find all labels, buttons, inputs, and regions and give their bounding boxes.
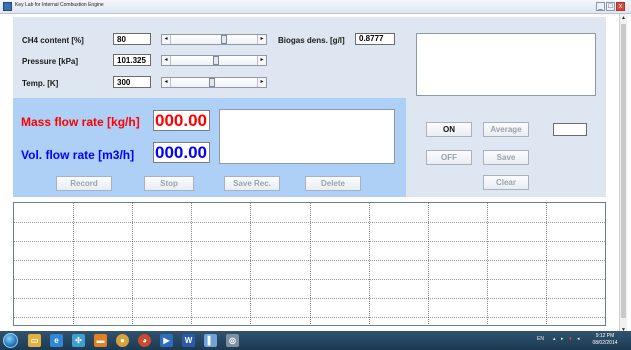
title-bar: Key Lab for Internal Combustion Engine _…	[0, 0, 631, 14]
tray-flag-icon[interactable]: ▸	[561, 336, 564, 342]
slider-right-arrow-icon[interactable]: ▸	[257, 35, 266, 44]
vol-flow-value: 000.00	[153, 142, 210, 163]
pressure-label: Pressure [kPa]	[22, 57, 79, 66]
network-icon[interactable]: ✣	[72, 334, 85, 347]
clock-time: 9:12 PM	[595, 333, 615, 339]
parameters-panel: CH4 content [%] ◂ ▸ Pressure [kPa] ◂ ▸ T…	[13, 17, 406, 98]
ch4-input[interactable]	[113, 33, 151, 45]
control-panel: ON Average OFF Save Clear	[406, 17, 606, 197]
internet-explorer-icon[interactable]: e	[50, 334, 63, 347]
stop-button[interactable]: Stop	[144, 176, 194, 191]
scroll-up-arrow-icon[interactable]: ▲	[620, 14, 627, 22]
data-grid[interactable]	[13, 202, 606, 326]
off-button[interactable]: OFF	[426, 150, 472, 165]
tray-arrow-icon[interactable]: ▴	[553, 336, 556, 342]
save-button[interactable]: Save	[483, 150, 529, 165]
mass-flow-value: 000.00	[153, 110, 210, 131]
explorer-icon[interactable]: ▭	[28, 334, 41, 347]
save-rec-button[interactable]: Save Rec.	[224, 176, 280, 191]
delete-button[interactable]: Delete	[305, 176, 361, 191]
presentation-icon[interactable]: ▬	[94, 334, 107, 347]
start-button[interactable]	[3, 333, 18, 348]
window-title: Key Lab for Internal Combustion Engine	[15, 2, 104, 8]
close-button[interactable]: x	[616, 2, 625, 11]
paint-icon[interactable]: ◕	[138, 334, 151, 347]
vol-flow-label: Vol. flow rate [m3/h]	[21, 148, 135, 162]
mass-flow-label: Mass flow rate [kg/h]	[21, 115, 140, 129]
media-player-icon[interactable]: ▶	[160, 334, 173, 347]
app-window: Key Lab for Internal Combustion Engine _…	[0, 0, 631, 350]
chrome-icon[interactable]: ●	[116, 334, 129, 347]
word-icon[interactable]: W	[182, 334, 195, 347]
log-textbox[interactable]	[219, 109, 395, 164]
slider-right-arrow-icon[interactable]: ▸	[257, 78, 266, 87]
slider-thumb[interactable]	[220, 35, 227, 44]
record-button[interactable]: Record	[56, 176, 112, 191]
biogas-density-value: 0.8777	[355, 33, 395, 45]
slider-thumb[interactable]	[209, 78, 216, 87]
vertical-scrollbar[interactable]: ▲ ▼	[619, 14, 627, 334]
pressure-slider[interactable]: ◂ ▸	[161, 55, 267, 66]
tray-volume-icon[interactable]: ◂	[577, 336, 580, 342]
app-icon	[3, 2, 12, 11]
temp-label: Temp. [K]	[22, 79, 59, 88]
taskbar-clock[interactable]: 9:12 PM 08/02/2014	[585, 333, 625, 347]
grid-lines	[14, 203, 605, 325]
clock-date: 08/02/2014	[592, 340, 618, 346]
slider-thumb[interactable]	[212, 56, 219, 65]
pressure-input[interactable]	[113, 54, 151, 66]
temp-input[interactable]	[113, 76, 151, 88]
on-button[interactable]: ON	[426, 122, 472, 137]
average-button[interactable]: Average	[483, 122, 529, 137]
clear-button[interactable]: Clear	[483, 175, 529, 190]
status-textbox[interactable]	[416, 33, 596, 96]
tray-network-icon[interactable]: ♦	[569, 336, 572, 342]
settings-icon[interactable]: ◎	[226, 334, 239, 347]
slider-left-arrow-icon[interactable]: ◂	[162, 78, 171, 87]
chart-app-icon[interactable]: ▌	[204, 334, 217, 347]
average-count-field[interactable]	[553, 123, 587, 136]
flow-readout-panel: Mass flow rate [kg/h] 000.00 Vol. flow r…	[13, 98, 406, 197]
temp-slider[interactable]: ◂ ▸	[161, 77, 267, 88]
slider-right-arrow-icon[interactable]: ▸	[257, 56, 266, 65]
minimize-button[interactable]: _	[596, 2, 605, 11]
slider-left-arrow-icon[interactable]: ◂	[162, 56, 171, 65]
taskbar: ▭ e ✣ ▬ ● ◕ ▶ W ▌ ◎ EN ▴ ▸ ♦ ◂ 9:12 PM 0…	[0, 331, 631, 350]
tray-language[interactable]: EN	[537, 336, 544, 342]
slider-left-arrow-icon[interactable]: ◂	[162, 35, 171, 44]
ch4-label: CH4 content [%]	[22, 36, 84, 45]
restore-button[interactable]: □	[606, 2, 615, 11]
ch4-slider[interactable]: ◂ ▸	[161, 34, 267, 45]
biogas-density-label: Biogas dens. [g/l]	[278, 36, 345, 45]
scrollbar-thumb[interactable]	[621, 24, 626, 318]
